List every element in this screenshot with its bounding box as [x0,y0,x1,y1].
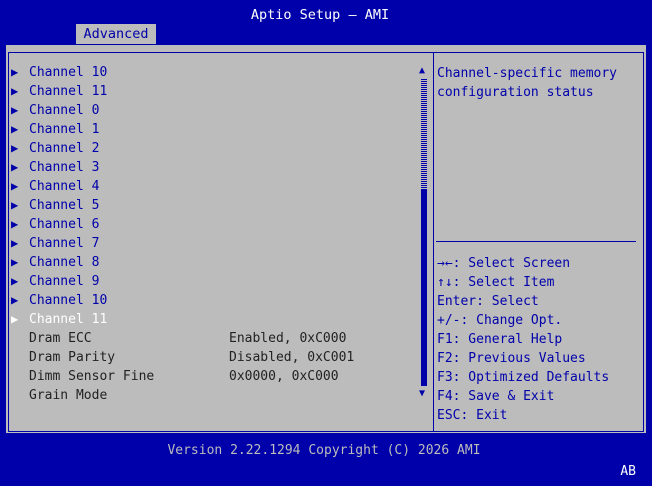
menu-item-channel-11-selected[interactable]: ▶ Channel 11 [11,310,107,329]
setting-value: Disabled, 0xC001 [229,350,355,365]
submenu-arrow-icon: ▶ [11,274,19,288]
menu-item-channel-1[interactable]: ▶ Channel 1 [11,120,99,139]
submenu-arrow-icon: ▶ [11,103,19,117]
menu-item-channel-11[interactable]: ▶ Channel 11 [11,82,107,101]
scrollbar-thumb[interactable] [421,189,427,386]
submenu-arrow-icon: ▶ [11,179,19,193]
menu-item-channel-2[interactable]: ▶ Channel 2 [11,139,99,158]
key-legend: →←: Select Screen ↑↓: Select Item Enter:… [437,254,609,425]
key-f2: F2: Previous Values [437,351,586,366]
app-title: Aptio Setup – AMI [250,7,390,23]
title-bar: Aptio Setup – AMI Advanced [0,0,652,44]
submenu-arrow-icon: ▶ [11,255,19,269]
submenu-arrow-icon: ▶ [11,236,19,250]
menu-item-channel-4[interactable]: ▶ Channel 4 [11,177,99,196]
menu-item-channel-10-b[interactable]: ▶ Channel 10 [11,291,107,310]
menu-item-channel-8[interactable]: ▶ Channel 8 [11,253,99,272]
setting-dimm-sensor-fine: Dimm Sensor Fine 0x0000, 0xC000 [11,367,411,386]
submenu-arrow-icon: ▶ [11,65,19,79]
key-f1: F1: General Help [437,332,563,347]
menu-item-channel-6[interactable]: ▶ Channel 6 [11,215,99,234]
corner-badge: AB [620,464,636,479]
menu-item-channel-10[interactable]: ▶ Channel 10 [11,63,107,82]
footer-bar: Version 2.22.1294 Copyright (C) 2026 AMI… [0,434,652,486]
help-text: Channel-specific memory configuration st… [437,64,637,102]
key-select-screen: →←: Select Screen [437,256,571,271]
key-select-item: ↑↓: Select Item [437,275,555,290]
submenu-arrow-icon: ▶ [11,217,19,231]
menu-item-channel-5[interactable]: ▶ Channel 5 [11,196,99,215]
main-panel: ▶ Channel 10 ▶ Channel 11 ▶ Channel 0 ▶ Chan… [5,44,647,434]
key-f4: F4: Save & Exit [437,389,555,404]
panel-divider [433,52,434,432]
submenu-arrow-icon: ▶ [11,160,19,174]
menu-item-channel-3[interactable]: ▶ Channel 3 [11,158,99,177]
scrollbar-track[interactable] [421,79,427,189]
submenu-arrow-icon: ▶ [11,198,19,212]
setting-label: Dimm Sensor Fine [29,369,155,384]
submenu-arrow-icon: ▶ [11,84,19,98]
setting-label: Dram Parity [29,350,116,365]
help-line: configuration status [437,85,594,100]
scroll-up-icon[interactable]: ▲ [419,65,425,76]
setting-dram-ecc: Dram ECC Enabled, 0xC000 [11,329,411,348]
setting-label: Grain Mode [29,388,108,403]
version-text: Version 2.22.1294 Copyright (C) 2026 AMI [167,443,481,458]
submenu-arrow-icon: ▶ [11,122,19,136]
key-esc: ESC: Exit [437,408,508,423]
submenu-arrow-icon: ▶ [11,141,19,155]
submenu-arrow-icon: ▶ [11,312,19,326]
scroll-down-icon[interactable]: ▼ [419,388,425,399]
help-line: Channel-specific memory [437,66,618,81]
key-change-opt: +/-: Change Opt. [437,313,563,328]
help-divider [436,241,636,242]
setting-value: 0x0000, 0xC000 [229,369,339,384]
menu-item-channel-9[interactable]: ▶ Channel 9 [11,272,99,291]
key-f3: F3: Optimized Defaults [437,370,610,385]
menu-item-channel-0[interactable]: ▶ Channel 0 [11,101,99,120]
submenu-arrow-icon: ▶ [11,293,19,307]
setting-dram-parity: Dram Parity Disabled, 0xC001 [11,348,411,367]
menu-item-channel-7[interactable]: ▶ Channel 7 [11,234,99,253]
setting-label: Dram ECC [29,331,92,346]
key-enter: Enter: Select [437,294,539,309]
tab-advanced[interactable]: Advanced [76,24,156,44]
setting-value: Enabled, 0xC000 [229,331,347,346]
setting-grain-mode: Grain Mode [11,386,411,405]
